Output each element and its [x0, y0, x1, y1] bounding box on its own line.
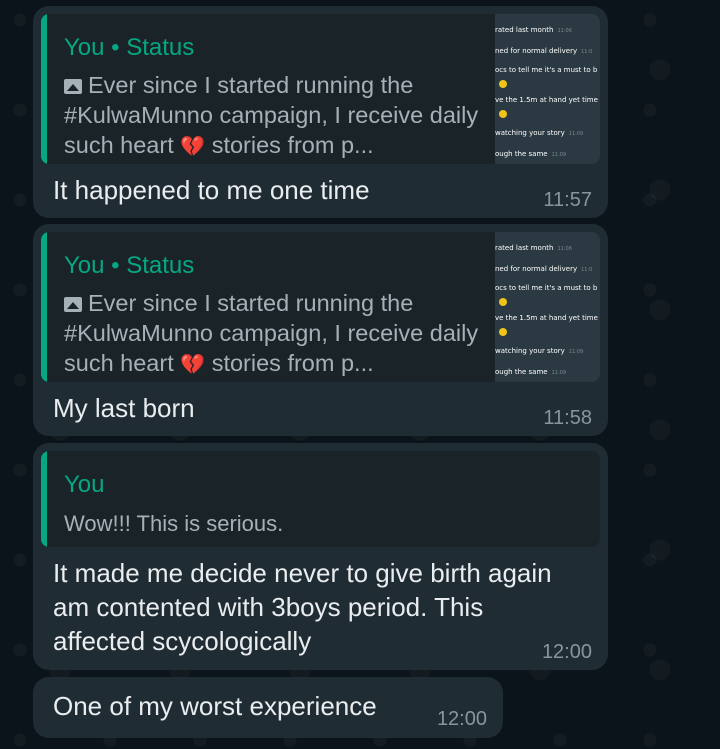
thumb-line-time: 11:09	[568, 131, 584, 137]
thumb-line: ned for normal delivery 11:0	[495, 47, 592, 55]
message-time: 12:00	[436, 708, 487, 730]
message-time: 11:58	[543, 407, 592, 429]
thumb-line: ough the same 11:09	[495, 368, 566, 376]
status-thumbnail[interactable]: rated last month 11:06 ned for normal del…	[495, 14, 600, 164]
message-bubble[interactable]: You • Status Ever since I started runnin…	[33, 6, 608, 218]
thumb-line: ve the 1.5m at hand yet time	[495, 314, 598, 322]
status-thumbnail[interactable]: rated last month 11:06 ned for normal del…	[495, 232, 600, 382]
message-text: One of my worst experience	[53, 691, 377, 721]
quote-text-end: stories from p...	[205, 350, 374, 376]
photo-icon	[64, 297, 82, 312]
thumb-line-text: ned for normal delivery	[495, 47, 578, 55]
thumb-line-time: 11:06	[557, 246, 572, 252]
thumb-line: ough the same 11:09	[495, 150, 566, 158]
emoji-icon	[499, 328, 507, 336]
thumb-line-time: 11:09	[568, 349, 584, 355]
thumb-line-time: 11:0	[581, 49, 593, 55]
photo-icon	[64, 79, 82, 94]
thumb-line-time: 11:09	[551, 152, 567, 158]
quote-accent-bar	[41, 232, 47, 382]
thumb-line-text: ough the same	[495, 368, 548, 376]
emoji-icon	[499, 110, 507, 118]
thumb-line-text: ough the same	[495, 150, 548, 158]
thumb-line-text: ocs to tell me it's a must to b	[495, 66, 598, 74]
thumb-line: ocs to tell me it's a must to b	[495, 284, 597, 292]
quoted-status[interactable]: You • Status Ever since I started runnin…	[41, 232, 600, 382]
quote-accent-bar	[41, 14, 47, 164]
quoted-message[interactable]: You Wow!!! This is serious.	[41, 451, 600, 547]
message-time: 11:57	[543, 189, 592, 211]
message-bubble[interactable]: One of my worst experience 12:00	[33, 677, 503, 738]
thumb-line: rated last month 11:06	[495, 244, 572, 252]
emoji-icon	[499, 80, 507, 88]
message-time: 12:00	[541, 641, 592, 663]
quote-text: Wow!!! This is serious.	[64, 511, 284, 536]
thumb-line-text: ocs to tell me it's a must to b	[495, 284, 598, 292]
quoted-status[interactable]: You • Status Ever since I started runnin…	[41, 14, 600, 164]
thumb-line-text: ve the 1.5m at hand yet time	[495, 96, 598, 104]
thumb-line-text: watching your story	[495, 347, 565, 355]
thumb-line-text: ve the 1.5m at hand yet time	[495, 314, 598, 322]
quote-text: Ever since I started running the #KulwaM…	[64, 288, 484, 380]
thumb-line: ocs to tell me it's a must to b	[495, 66, 597, 74]
thumb-line-time: 11:06	[557, 28, 572, 34]
message-text: My last born	[53, 393, 195, 423]
thumb-line: rated last month 11:06	[495, 26, 572, 34]
thumb-line-text: rated last month	[495, 26, 554, 34]
quote-accent-bar	[41, 451, 47, 547]
thumb-line: watching your story 11:09	[495, 129, 583, 137]
thumb-line-text: watching your story	[495, 129, 565, 137]
quote-author: You • Status	[64, 34, 195, 61]
thumb-line: ned for normal delivery 11:0	[495, 265, 592, 273]
message-bubble[interactable]: You • Status Ever since I started runnin…	[33, 224, 608, 436]
broken-heart-emoji: 💔	[180, 354, 206, 376]
broken-heart-emoji: 💔	[180, 136, 206, 158]
quote-author: You • Status	[64, 252, 195, 279]
message-text: It happened to me one time	[53, 175, 370, 205]
thumb-line-text: ned for normal delivery	[495, 265, 578, 273]
thumb-line-time: 11:09	[551, 370, 567, 376]
emoji-icon	[499, 298, 507, 306]
thumb-line-text: rated last month	[495, 244, 554, 252]
thumb-line: watching your story 11:09	[495, 347, 583, 355]
quote-text: Ever since I started running the #KulwaM…	[64, 70, 484, 162]
thumb-line: ve the 1.5m at hand yet time	[495, 96, 598, 104]
thumb-line-time: 11:0	[581, 267, 593, 273]
quote-author: You	[64, 471, 105, 498]
quote-text-end: stories from p...	[205, 132, 374, 158]
message-text: It made me decide never to give birth ag…	[53, 558, 552, 656]
message-bubble[interactable]: You Wow!!! This is serious. It made me d…	[33, 443, 608, 670]
